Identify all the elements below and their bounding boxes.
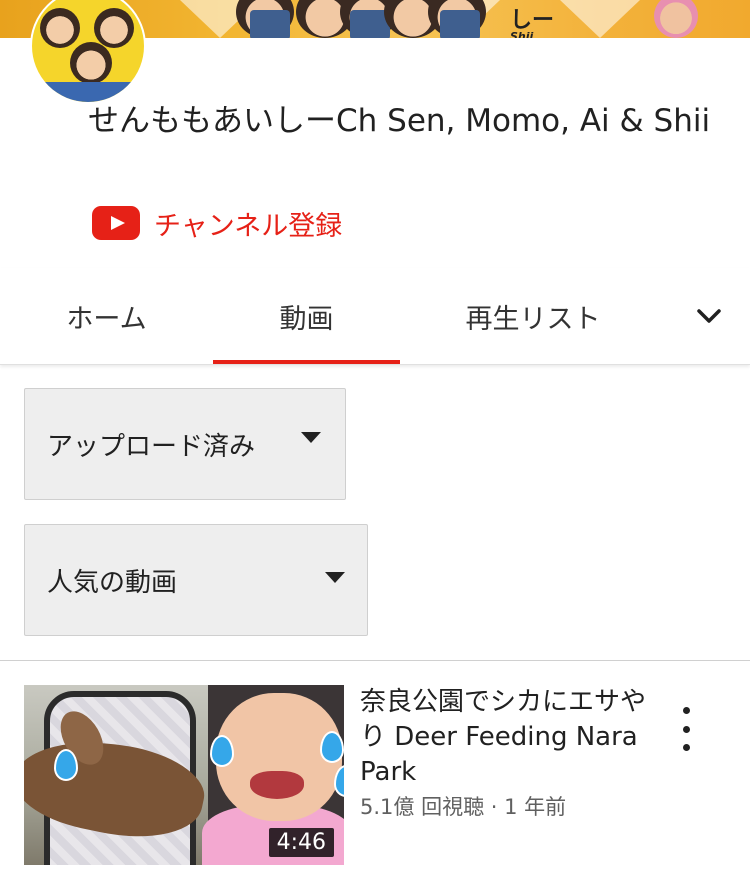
video-meta: 5.1億 回視聴 · 1 年前 [360, 795, 567, 819]
sort-order-label: 人気の動画 [47, 567, 178, 598]
tab-videos[interactable]: 動画 [213, 268, 400, 364]
video-thumbnail[interactable]: 4:46 [24, 685, 344, 865]
channel-avatar[interactable] [30, 0, 146, 104]
video-duration: 4:46 [268, 828, 334, 857]
chevron-down-icon[interactable] [686, 296, 732, 336]
caret-down-icon [301, 432, 321, 443]
banner-text: しー Shii [510, 8, 555, 38]
upload-type-label: アップロード済み [47, 431, 256, 462]
video-title[interactable]: 奈良公園でシカにエサやり Deer Feeding Nara Park [360, 685, 660, 790]
upload-type-dropdown[interactable]: アップロード済み [24, 388, 346, 500]
video-list-item[interactable]: 4:46 奈良公園でシカにエサやり Deer Feeding Nara Park… [0, 685, 750, 867]
channel-tabs: ホーム 動画 再生リスト [0, 268, 750, 365]
channel-name: せんももあいしーCh Sen, Momo, Ai & Shii [88, 103, 711, 139]
subscribe-label: チャンネル登録 [154, 210, 343, 242]
subscribe-button[interactable]: チャンネル登録 [92, 204, 342, 242]
tab-home[interactable]: ホーム [0, 268, 213, 364]
banner-face-image [654, 0, 698, 38]
tab-playlists[interactable]: 再生リスト [400, 268, 666, 364]
sort-order-dropdown[interactable]: 人気の動画 [24, 524, 368, 636]
divider [0, 660, 750, 661]
youtube-logo-icon [92, 206, 140, 240]
more-vert-icon[interactable] [670, 707, 702, 751]
caret-down-icon [325, 572, 345, 583]
